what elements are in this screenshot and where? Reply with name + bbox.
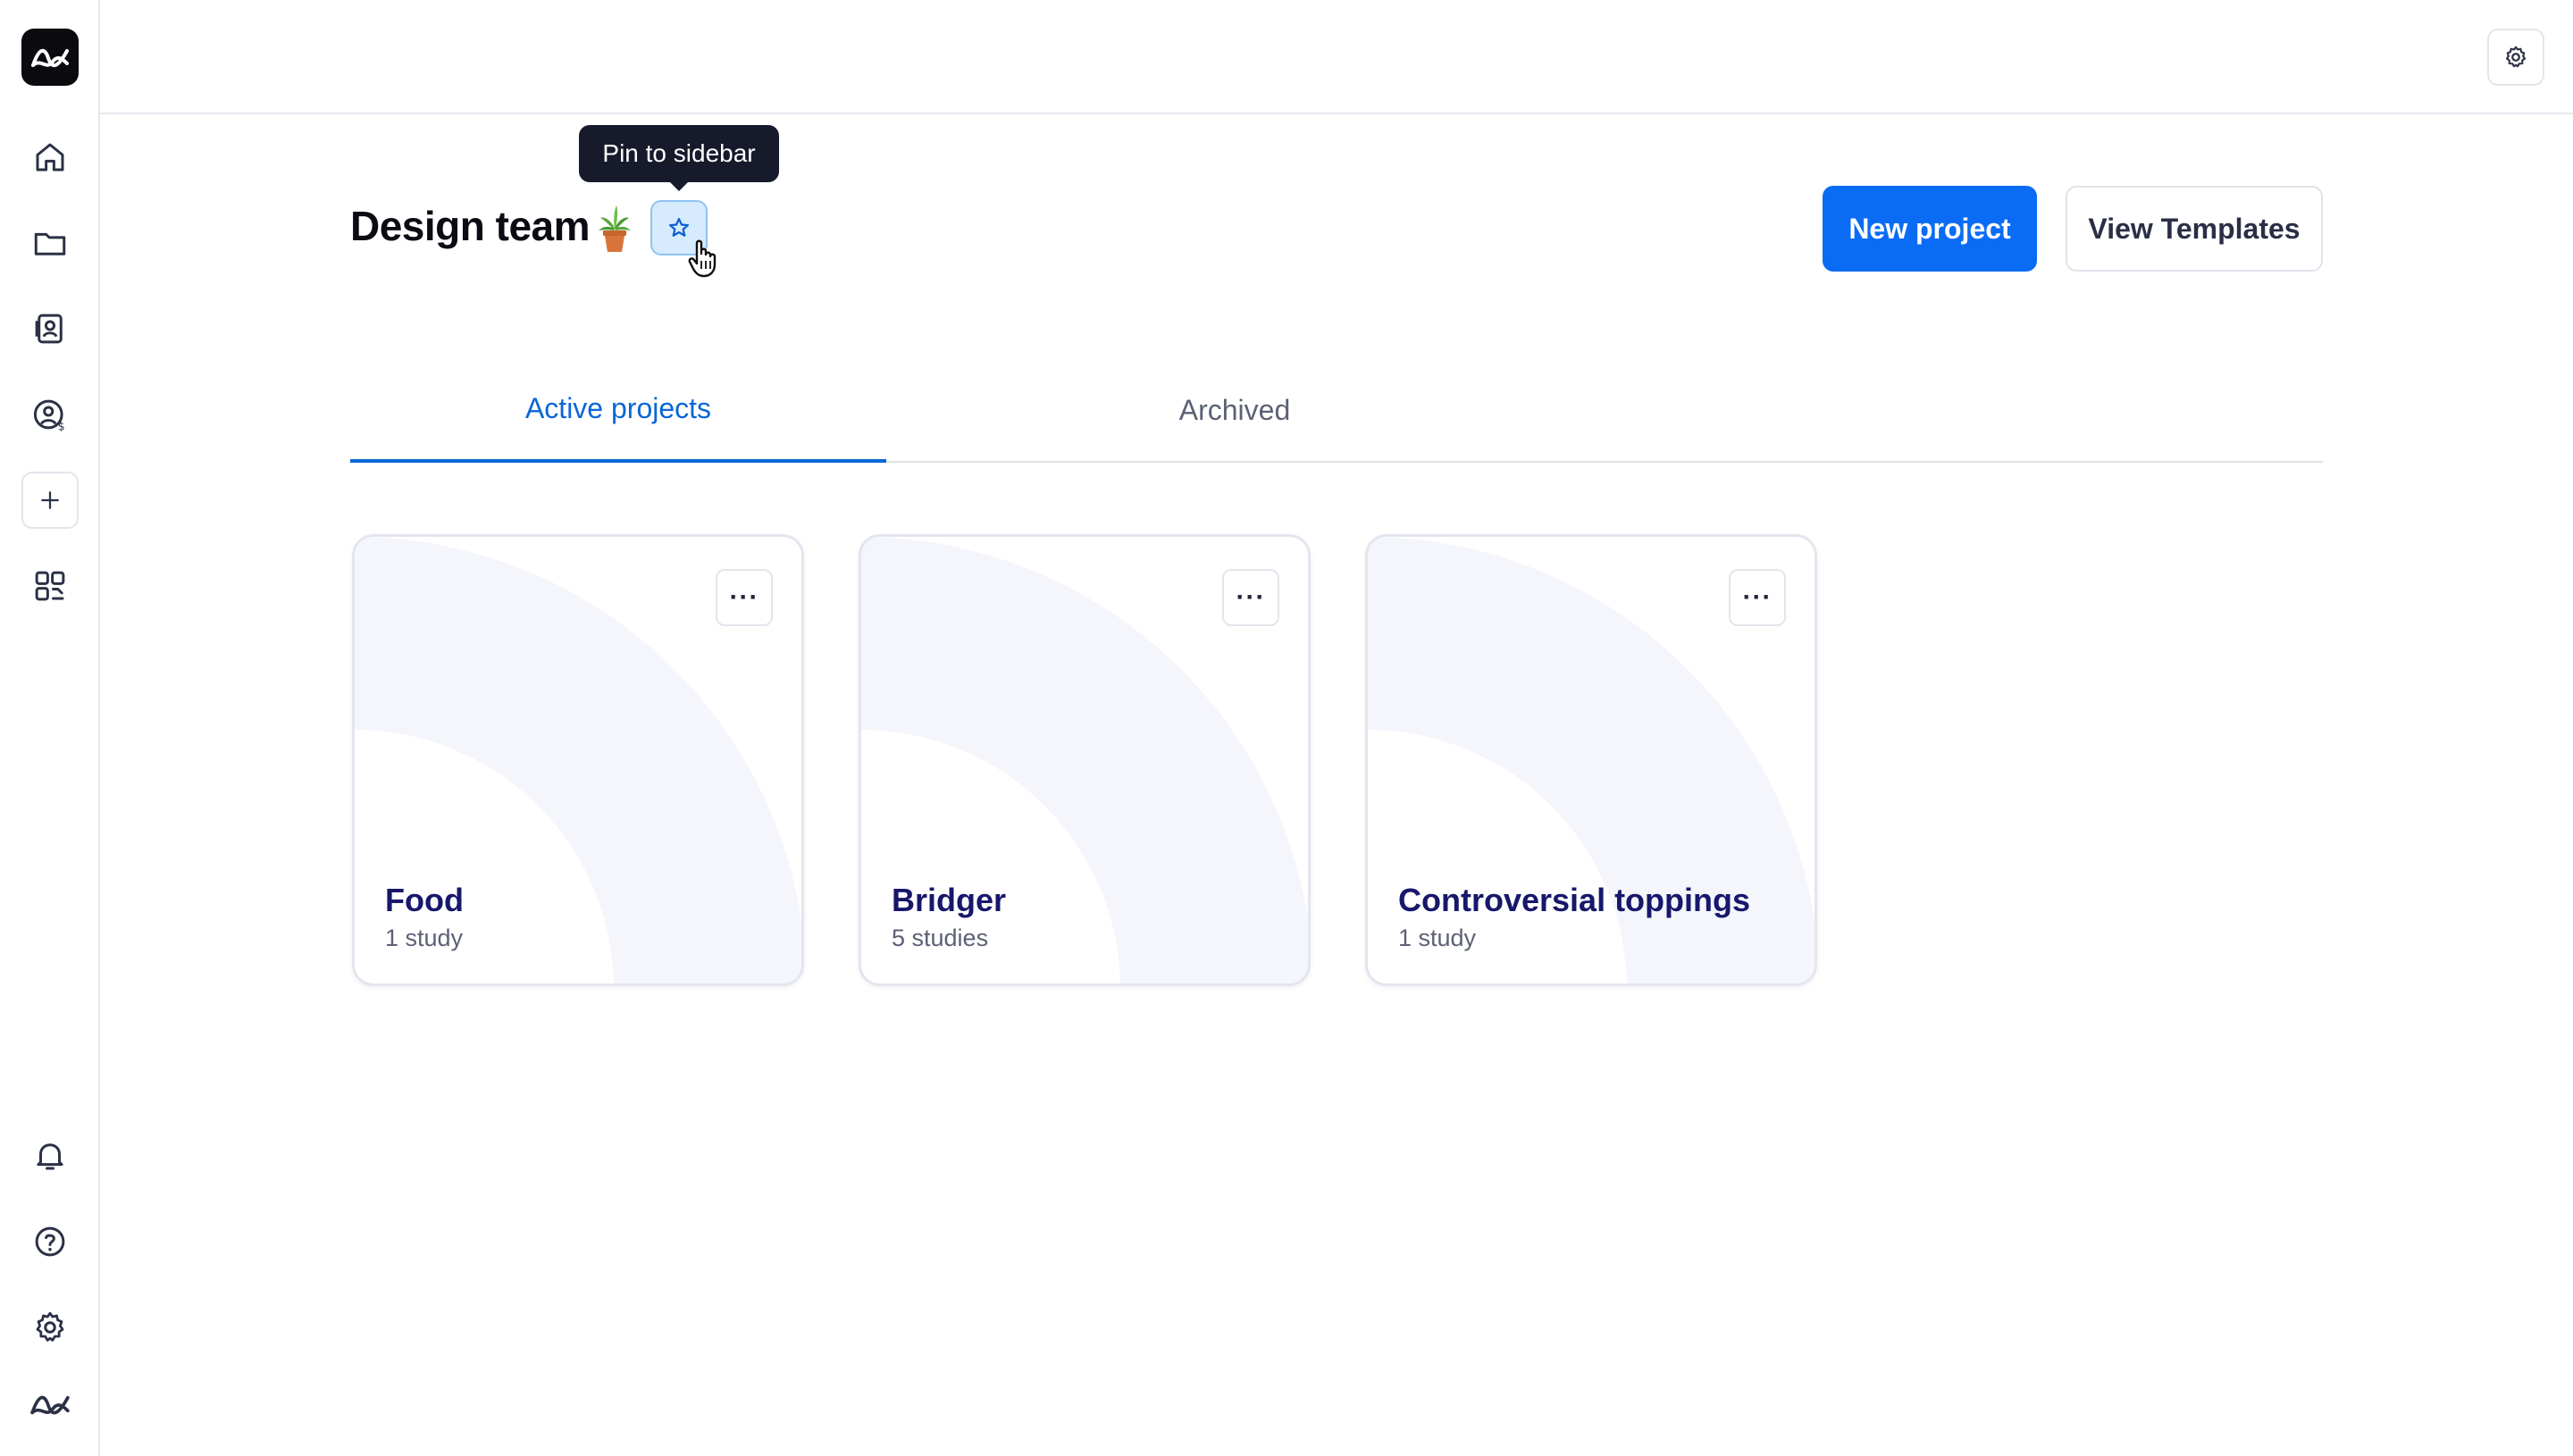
tab-archived[interactable]: Archived — [967, 357, 1503, 463]
contacts-icon — [35, 314, 63, 344]
project-card-controversial-toppings[interactable]: ··· Controversial toppings 1 study — [1365, 534, 1817, 986]
help-icon — [35, 1226, 65, 1257]
sidebar-item-help[interactable] — [21, 1213, 79, 1270]
project-study-count: 1 study — [385, 925, 464, 951]
project-name: Controversial toppings — [1398, 882, 1751, 918]
project-name: Bridger — [892, 882, 1007, 918]
bell-icon — [37, 1143, 63, 1170]
project-name: Food — [385, 882, 464, 918]
app-logo-icon[interactable] — [21, 29, 79, 86]
sidebar-item-billing[interactable]: $ — [21, 386, 79, 443]
project-tabs: Active projects Archived — [350, 357, 2323, 463]
potted-plant-icon — [599, 205, 631, 252]
home-icon — [36, 143, 64, 172]
gear-icon — [2505, 46, 2527, 68]
plus-icon — [41, 491, 59, 509]
folder-icon — [34, 232, 66, 255]
sidebar-item-notifications[interactable] — [21, 1127, 79, 1184]
hand-cursor-icon — [688, 239, 717, 278]
sidebar-brand[interactable] — [21, 1376, 79, 1433]
star-icon — [668, 217, 690, 237]
svg-text:$: $ — [58, 421, 65, 433]
sidebar-item-projects[interactable] — [21, 214, 79, 272]
gear-icon — [36, 1311, 64, 1342]
tab-active-projects[interactable]: Active projects — [350, 357, 886, 463]
brand-icon — [30, 1395, 70, 1415]
pin-tooltip: Pin to sidebar — [579, 125, 779, 191]
view-templates-button[interactable]: View Templates — [2066, 186, 2323, 272]
sidebar-item-apps[interactable] — [21, 557, 79, 615]
top-bar — [100, 0, 2573, 114]
project-study-count: 1 study — [1398, 925, 1477, 951]
sidebar-add-button[interactable] — [21, 472, 79, 529]
project-card-bridger[interactable]: ··· Bridger 5 studies — [859, 534, 1311, 986]
project-study-count: 5 studies — [892, 925, 989, 951]
sidebar: $ — [0, 0, 100, 1456]
workspace-settings-button[interactable] — [2487, 29, 2544, 86]
sidebar-item-settings[interactable] — [21, 1299, 79, 1356]
user-billing-icon: $ — [33, 399, 65, 433]
card-menu-button[interactable]: ··· — [716, 569, 773, 626]
apps-icon — [35, 571, 65, 601]
page-title: Design team — [350, 203, 591, 249]
new-project-button[interactable]: New project — [1823, 186, 2037, 272]
sidebar-item-home[interactable] — [21, 129, 79, 186]
card-menu-button[interactable]: ··· — [1222, 569, 1279, 626]
card-menu-button[interactable]: ··· — [1729, 569, 1786, 626]
sidebar-item-contacts[interactable] — [21, 300, 79, 357]
project-card-food[interactable]: ··· Food 1 study — [352, 534, 804, 986]
